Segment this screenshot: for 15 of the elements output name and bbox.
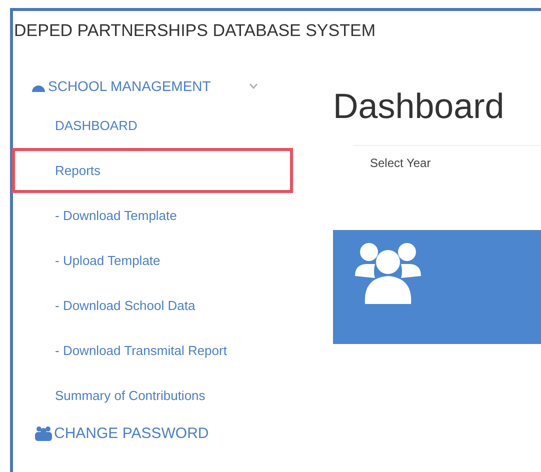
- menu-item[interactable]: - Download School Data: [12, 283, 293, 328]
- menu-item[interactable]: Summary of Contributions: [12, 373, 293, 418]
- menu-item[interactable]: DASHBOARD: [12, 103, 293, 148]
- page-heading: Dashboard: [333, 87, 506, 127]
- menu-item[interactable]: - Upload Template: [12, 238, 293, 283]
- menu-item[interactable]: Reports: [12, 148, 293, 193]
- chevron-icon[interactable]: [248, 83, 258, 89]
- filter-label: Select Year: [370, 156, 432, 170]
- users-icon: [353, 242, 423, 306]
- users-icon: [35, 426, 52, 440]
- menu-item[interactable]: - Download Transmital Report: [12, 328, 293, 373]
- menu-section[interactable]: SCHOOL MANAGEMENT: [48, 78, 211, 94]
- app-title: DEPED PARTNERSHIPS DATABASE SYSTEM: [13, 20, 376, 42]
- menu-item[interactable]: CHANGE PASSWORD: [54, 424, 209, 442]
- menu-item[interactable]: - Download Template: [12, 193, 293, 238]
